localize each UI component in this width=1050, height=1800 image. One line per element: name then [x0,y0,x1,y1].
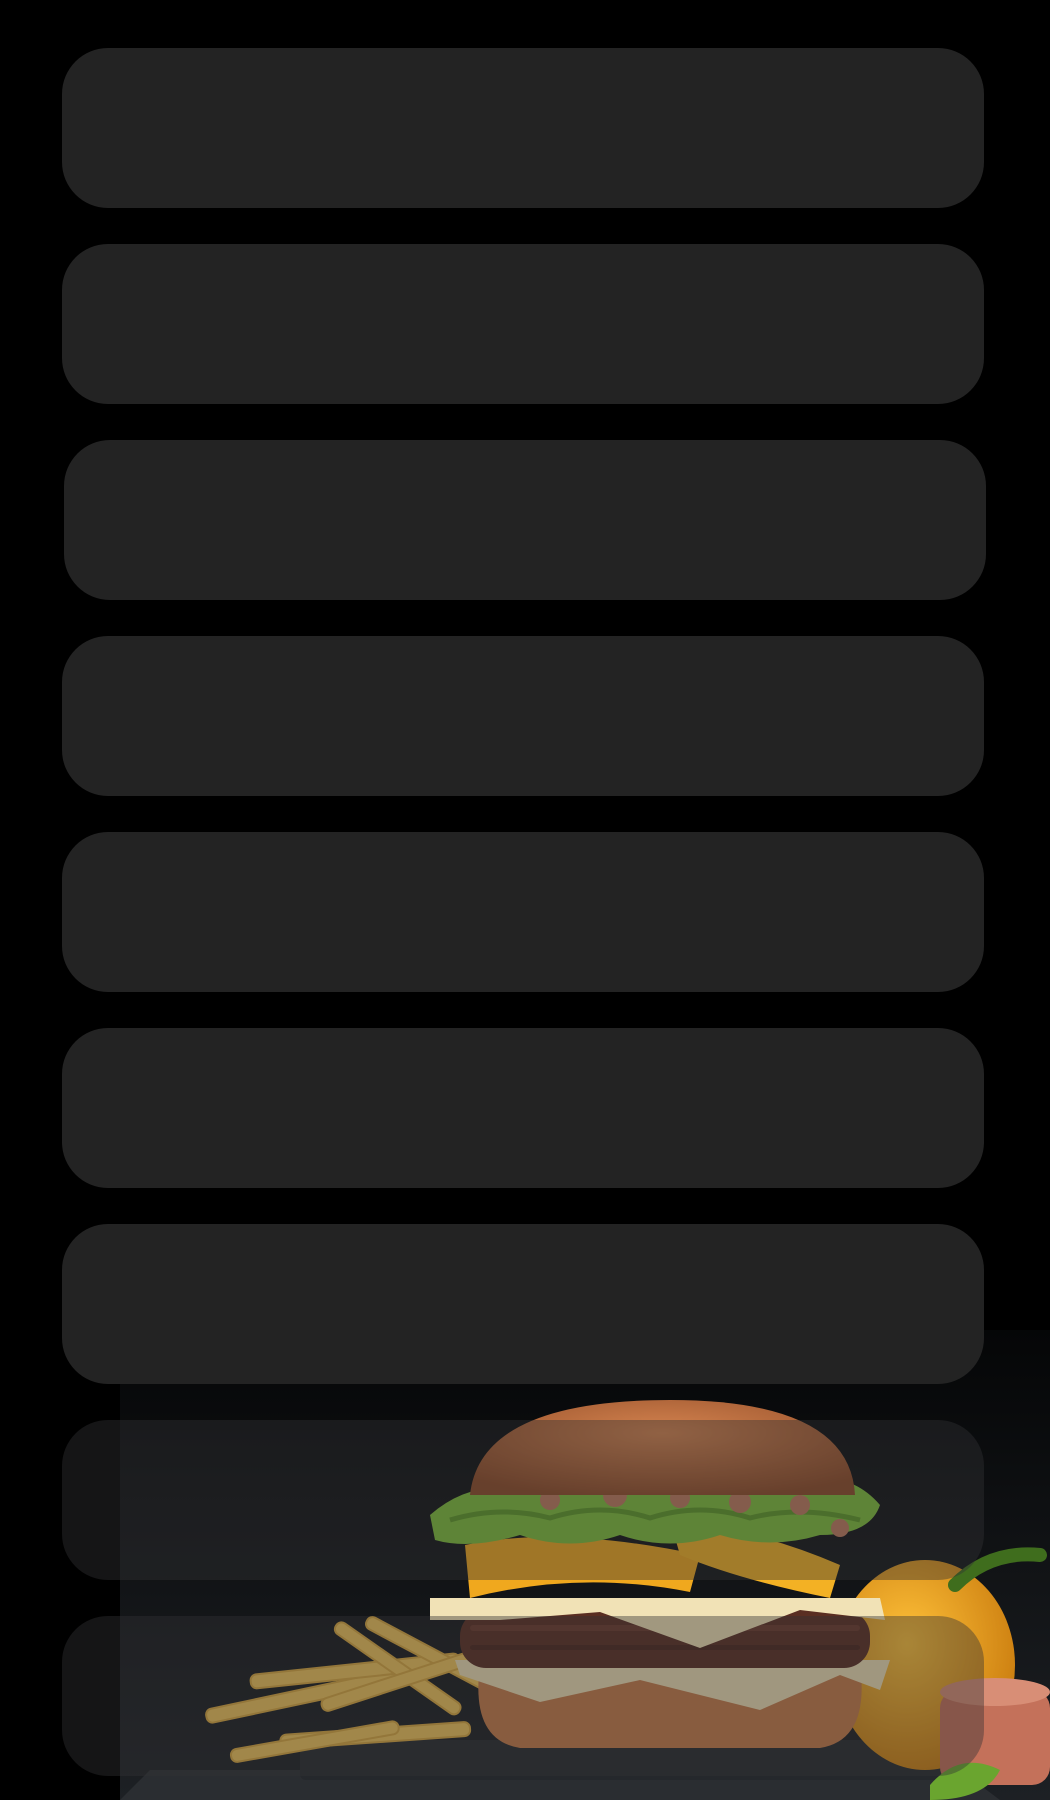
card-item-1[interactable] [62,48,984,208]
card-item-4[interactable] [62,636,984,796]
app-screen [0,0,1050,1800]
card-item-6[interactable] [62,1028,984,1188]
card-item-3[interactable] [64,440,986,600]
card-item-8[interactable] [62,1420,984,1580]
card-item-2[interactable] [62,244,984,404]
card-item-9[interactable] [62,1616,984,1776]
card-item-5[interactable] [62,832,984,992]
card-item-7[interactable] [62,1224,984,1384]
